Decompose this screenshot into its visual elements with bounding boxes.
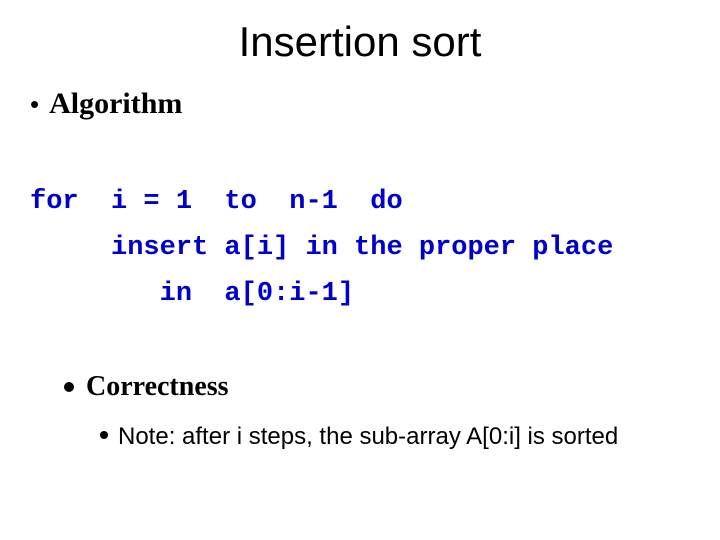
slide: Insertion sort • Algorithm for i = 1 to … [0, 0, 720, 540]
bullet-dot-icon: • [30, 88, 39, 120]
code-line-2: insert a[i] in the proper place [30, 233, 613, 263]
bullet-algorithm: • Algorithm [30, 88, 690, 120]
bullet-dot-icon [64, 382, 74, 392]
pseudocode-block: for i = 1 to n-1 do insert a[i] in the p… [30, 134, 690, 363]
code-line-3: in a[0:i-1] [30, 279, 354, 309]
note-row: Note: after i steps, the sub-array A[0:i… [100, 421, 690, 453]
bullet-dot-icon [100, 431, 108, 439]
algorithm-label: Algorithm [49, 88, 182, 120]
slide-title: Insertion sort [30, 18, 690, 66]
code-line-1: for i = 1 to n-1 do [30, 187, 403, 217]
note-text: Note: after i steps, the sub-array A[0:i… [118, 421, 618, 453]
bullet-correctness: Correctness [64, 371, 690, 403]
correctness-label: Correctness [86, 371, 229, 403]
